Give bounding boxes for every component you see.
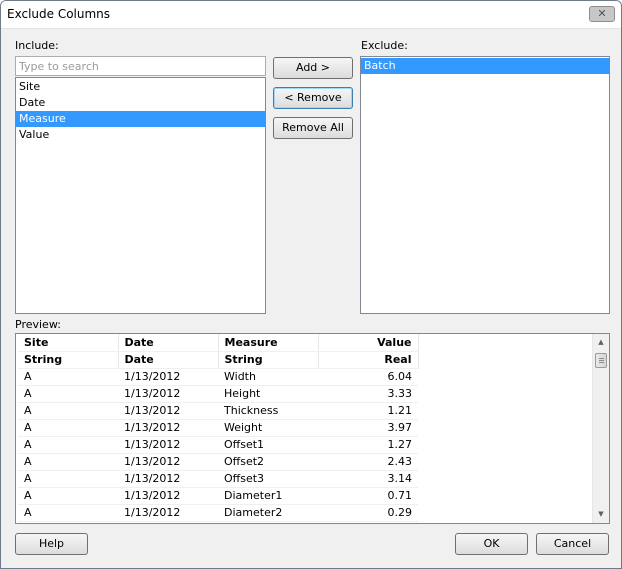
table-row: A 1/13/2012 Offset3 3.14 <box>18 470 418 488</box>
scroll-up-icon[interactable]: ▲ <box>593 334 609 351</box>
cell-site: A <box>18 419 118 437</box>
column-type-measure: String <box>218 351 319 369</box>
column-header-site: Site <box>18 334 119 352</box>
column-type-date: Date <box>118 351 219 369</box>
cell-site: A <box>18 436 118 454</box>
cell-measure: Offset3 <box>218 470 318 488</box>
cell-value: 2.43 <box>318 453 418 471</box>
grip-line <box>599 358 604 359</box>
column-header-date: Date <box>118 334 219 352</box>
include-label: Include: <box>15 39 59 52</box>
cell-measure: Thickness <box>218 402 318 420</box>
table-row: A 1/13/2012 Offset2 2.43 <box>18 453 418 471</box>
include-item-site[interactable]: Site <box>16 79 265 95</box>
close-icon: ✕ <box>597 7 607 20</box>
include-item-measure[interactable]: Measure <box>16 111 265 127</box>
cell-site: A <box>18 453 118 471</box>
title-bar: Exclude Columns ✕ <box>1 1 621 29</box>
include-item-date[interactable]: Date <box>16 95 265 111</box>
close-button[interactable]: ✕ <box>589 6 615 22</box>
help-button[interactable]: Help <box>15 533 88 555</box>
include-list[interactable]: Site Date Measure Value <box>15 77 266 314</box>
cell-measure: Offset2 <box>218 453 318 471</box>
cell-value: 3.14 <box>318 470 418 488</box>
header-row: Site Date Measure Value <box>18 334 419 352</box>
add-button[interactable]: Add > <box>273 57 353 79</box>
type-row: String Date String Real <box>18 351 419 369</box>
column-type-value: Real <box>318 351 419 369</box>
scroll-down-icon[interactable]: ▼ <box>593 506 609 523</box>
remove-all-button[interactable]: Remove All <box>273 117 353 139</box>
cell-site: A <box>18 402 118 420</box>
cell-value: 1.21 <box>318 402 418 420</box>
cell-value: 6.04 <box>318 368 418 386</box>
cell-measure: Diameter1 <box>218 487 318 505</box>
cell-measure: Weight <box>218 419 318 437</box>
cell-value: 1.27 <box>318 436 418 454</box>
table-row: A 1/13/2012 Diameter2 0.29 <box>18 504 418 522</box>
exclude-list[interactable]: Batch <box>360 56 610 314</box>
cell-value: 0.71 <box>318 487 418 505</box>
table-row: A 1/13/2012 Offset1 1.27 <box>18 436 418 454</box>
cell-date: 1/13/2012 <box>118 453 218 471</box>
column-header-value: Value <box>318 334 419 352</box>
vertical-scrollbar[interactable]: ▲ ▼ <box>592 334 609 523</box>
cell-date: 1/13/2012 <box>118 419 218 437</box>
exclude-item-batch[interactable]: Batch <box>361 58 609 74</box>
column-header-measure: Measure <box>218 334 319 352</box>
grip-line <box>599 360 604 361</box>
cell-date: 1/13/2012 <box>118 368 218 386</box>
cell-site: A <box>18 504 118 522</box>
table-row: A 1/13/2012 Thickness 1.21 <box>18 402 418 420</box>
table-row: A 1/13/2012 Height 3.33 <box>18 385 418 403</box>
cell-date: 1/13/2012 <box>118 470 218 488</box>
include-item-value[interactable]: Value <box>16 127 265 143</box>
preview-label: Preview: <box>15 318 61 331</box>
scrollbar-thumb[interactable] <box>595 353 607 368</box>
exclude-label: Exclude: <box>361 39 408 52</box>
table-row: A 1/13/2012 Diameter1 0.71 <box>18 487 418 505</box>
preview-grid: Site Date Measure Value String Date Stri… <box>18 334 419 522</box>
cell-site: A <box>18 368 118 386</box>
column-type-site: String <box>18 351 119 369</box>
cell-site: A <box>18 487 118 505</box>
remove-button[interactable]: < Remove <box>273 87 353 109</box>
cell-measure: Offset1 <box>218 436 318 454</box>
ok-button[interactable]: OK <box>455 533 528 555</box>
cell-site: A <box>18 470 118 488</box>
window-title: Exclude Columns <box>7 7 111 21</box>
cell-measure: Width <box>218 368 318 386</box>
table-row: A 1/13/2012 Weight 3.97 <box>18 419 418 437</box>
search-input[interactable] <box>15 56 266 76</box>
cell-value: 3.33 <box>318 385 418 403</box>
preview-table[interactable]: Site Date Measure Value String Date Stri… <box>15 333 610 524</box>
cell-date: 1/13/2012 <box>118 385 218 403</box>
cell-date: 1/13/2012 <box>118 487 218 505</box>
table-row: A 1/13/2012 Width 6.04 <box>18 368 418 386</box>
cell-date: 1/13/2012 <box>118 504 218 522</box>
cell-measure: Diameter2 <box>218 504 318 522</box>
grip-line <box>599 362 604 363</box>
cell-value: 3.97 <box>318 419 418 437</box>
cell-date: 1/13/2012 <box>118 436 218 454</box>
cancel-button[interactable]: Cancel <box>536 533 609 555</box>
cell-date: 1/13/2012 <box>118 402 218 420</box>
exclude-columns-dialog: Exclude Columns ✕ Include: Site Date Mea… <box>0 0 622 569</box>
cell-measure: Height <box>218 385 318 403</box>
cell-site: A <box>18 385 118 403</box>
cell-value: 0.29 <box>318 504 418 522</box>
